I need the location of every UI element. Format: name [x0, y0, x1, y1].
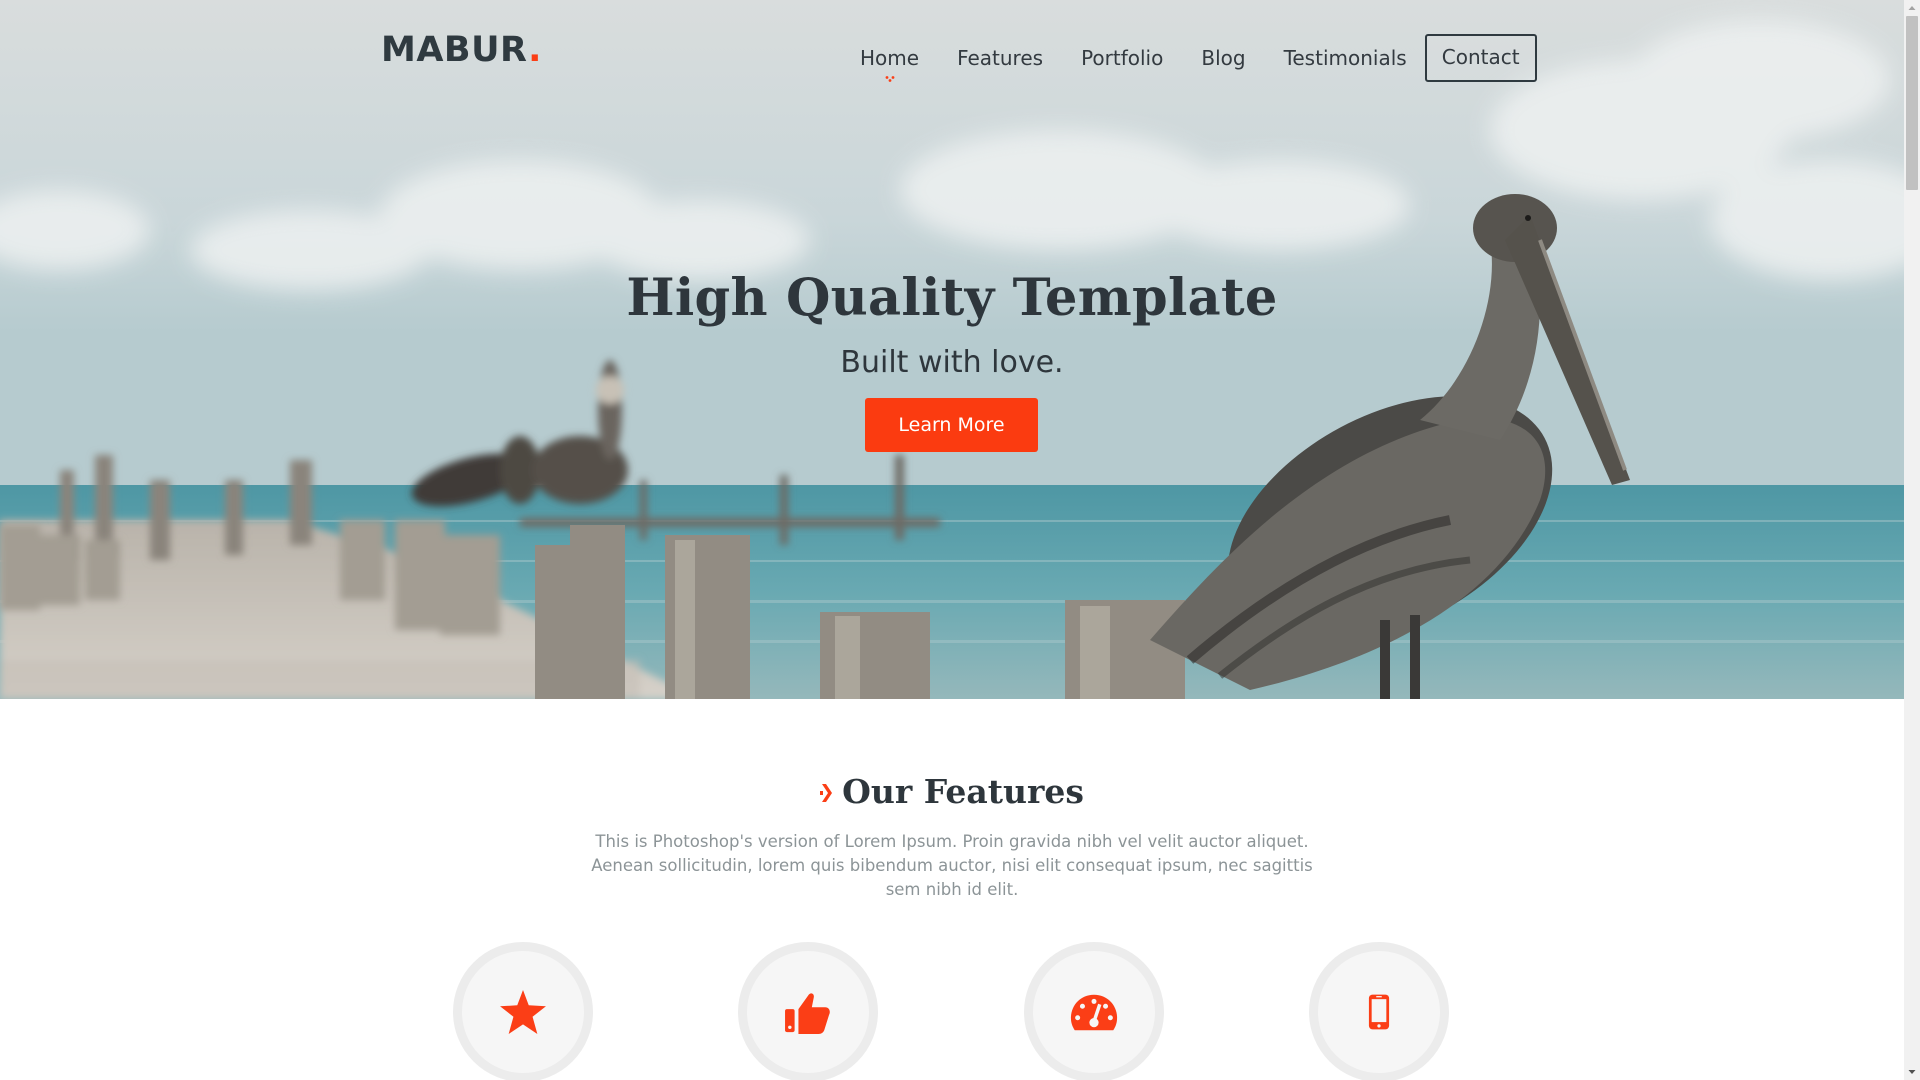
- nav-item-portfolio[interactable]: Portfolio: [1081, 38, 1163, 78]
- hero-section: MABUR. Home Features Portfolio Blog Test…: [0, 0, 1904, 699]
- hero-title: High Quality Template: [626, 268, 1278, 328]
- features-description: This is Photoshop's version of Lorem Ips…: [591, 832, 1313, 899]
- nav-item-blog[interactable]: Blog: [1201, 38, 1245, 78]
- learn-more-button[interactable]: Learn More: [865, 398, 1038, 452]
- logo[interactable]: MABUR.: [381, 30, 542, 70]
- nav-item-label: Features: [957, 46, 1044, 70]
- hero-subtitle: Built with love.: [840, 345, 1064, 380]
- scroll-up-arrow-icon[interactable]: [1904, 0, 1920, 16]
- logo-dot: .: [528, 30, 542, 70]
- nav-item-label: Home: [860, 46, 920, 70]
- star-icon: [500, 990, 546, 1034]
- nav-item-label: Portfolio: [1081, 46, 1164, 70]
- feature-thumbs-up: [738, 942, 878, 1080]
- page: MABUR. Home Features Portfolio Blog Test…: [0, 0, 1904, 1080]
- vertical-scrollbar[interactable]: [1904, 0, 1920, 1080]
- dashboard-gauge-icon: [1070, 994, 1118, 1031]
- scroll-down-arrow-icon[interactable]: [1904, 1064, 1920, 1080]
- active-indicator-icon: [885, 76, 894, 82]
- main-nav: Home Features Portfolio Blog Testimonial…: [860, 34, 1537, 82]
- features-heading: Our Features: [0, 772, 1904, 811]
- nav-item-label: Testimonials: [1283, 46, 1407, 70]
- scrollbar-thumb[interactable]: [1906, 16, 1918, 190]
- logo-text: MABUR: [381, 30, 529, 70]
- mobile-phone-icon: [1368, 994, 1390, 1030]
- feature-mobile: [1309, 942, 1449, 1080]
- feature-dashboard: [1024, 942, 1164, 1080]
- nav-item-features[interactable]: Features: [957, 38, 1043, 78]
- nav-item-testimonials[interactable]: Testimonials: [1284, 38, 1407, 78]
- contact-button[interactable]: Contact: [1424, 34, 1537, 82]
- nav-item-label: Blog: [1201, 46, 1246, 70]
- feature-star: [453, 942, 593, 1080]
- thumbs-up-icon: [785, 993, 830, 1034]
- nav-item-home[interactable]: Home: [860, 38, 920, 82]
- features-title-text: Our Features: [842, 772, 1084, 811]
- chevron-accent-icon: [820, 783, 833, 802]
